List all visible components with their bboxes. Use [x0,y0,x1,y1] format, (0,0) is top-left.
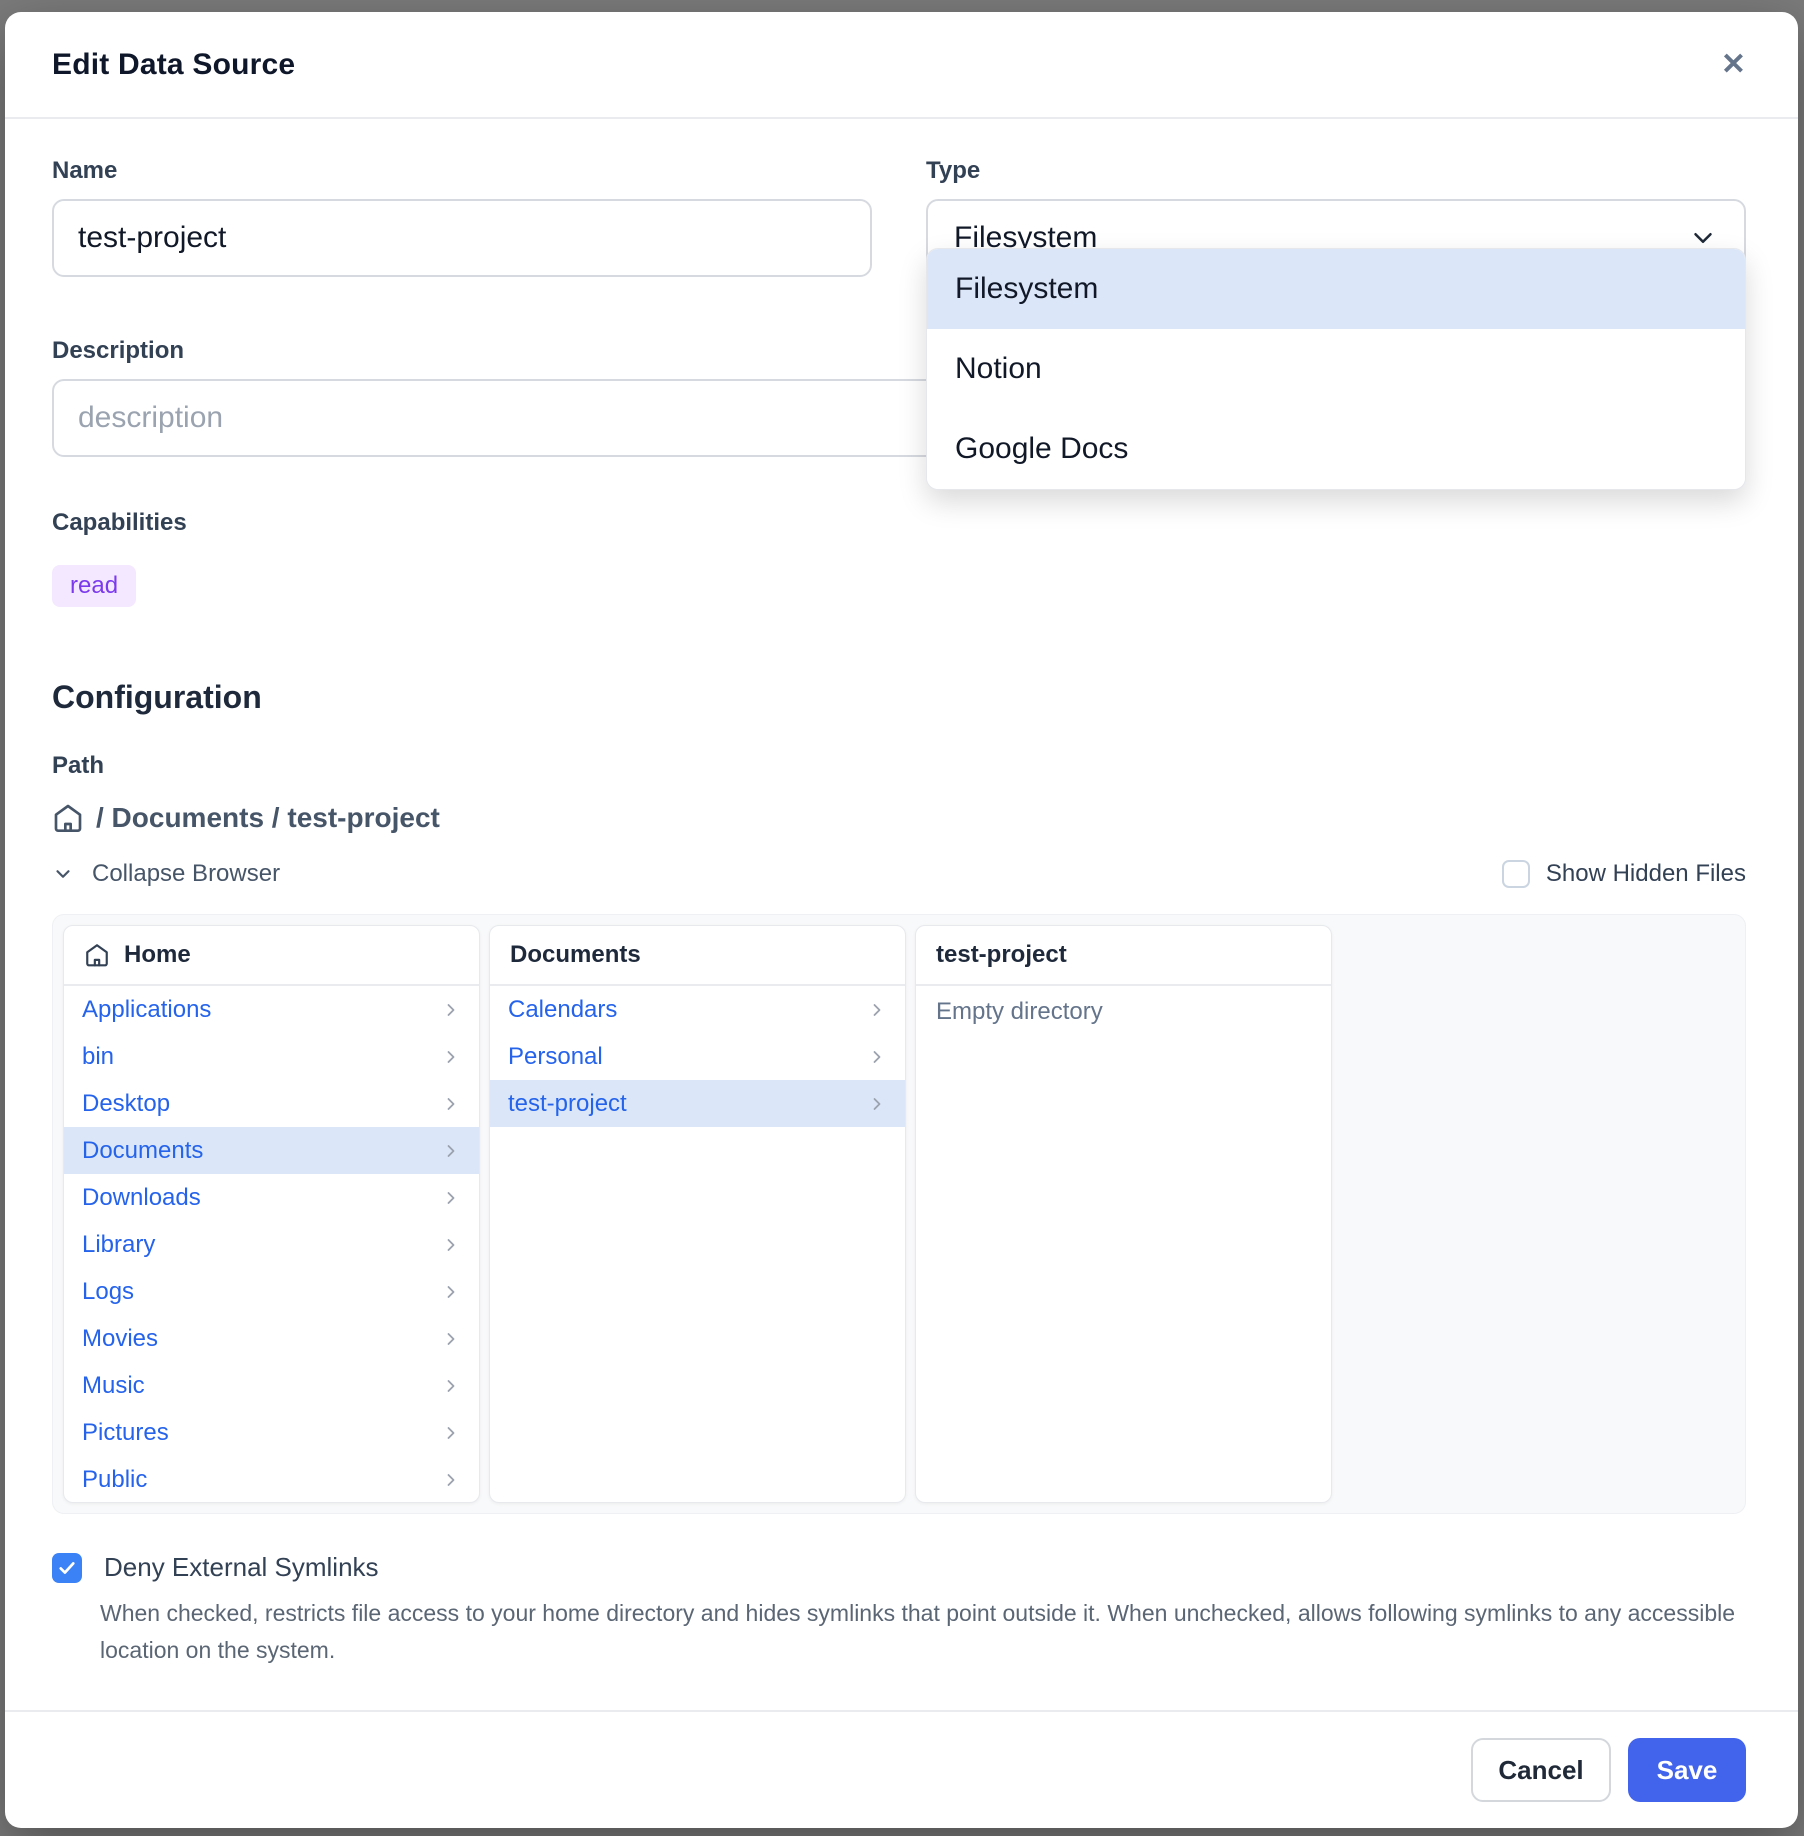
file-row-label: Music [82,1372,145,1400]
type-dropdown-option[interactable]: Google Docs [927,409,1745,489]
file-row[interactable]: Pictures [64,1409,479,1456]
file-row-label: Calendars [508,996,617,1024]
file-row-label: Movies [82,1325,158,1353]
file-row-label: Applications [82,996,211,1024]
file-row-label: Pictures [82,1419,169,1447]
home-icon [84,942,110,968]
capability-badge-label: read [70,572,118,599]
file-row-label: test-project [508,1090,627,1118]
chevron-right-icon [441,1235,461,1255]
chevron-down-icon [52,863,74,885]
type-option-label: Filesystem [955,272,1098,306]
deny-symlinks-toggle[interactable]: Deny External Symlinks [52,1552,1746,1583]
dialog-title: Edit Data Source [52,48,295,82]
file-column-title: test-project [936,941,1067,969]
file-row[interactable]: Public [64,1456,479,1503]
file-row[interactable]: bin [64,1033,479,1080]
file-row[interactable]: Applications [64,986,479,1033]
capabilities-badges: read [52,565,1746,607]
name-field-group: Name [52,157,872,277]
close-icon[interactable]: ✕ [1721,50,1746,80]
chevron-right-icon [441,1282,461,1302]
file-row[interactable]: test-project [490,1080,905,1127]
dialog-footer: Cancel Save [5,1710,1798,1828]
cancel-button[interactable]: Cancel [1471,1738,1611,1802]
capability-badge: read [52,565,136,607]
file-column-title: Home [124,941,191,969]
file-row[interactable]: Library [64,1221,479,1268]
file-row[interactable]: Movies [64,1315,479,1362]
show-hidden-checkbox[interactable] [1502,860,1530,888]
file-browser: Home Applications bin [52,914,1746,1514]
chevron-right-icon [441,1376,461,1396]
file-column-header: test-project [916,926,1331,986]
file-column-header: Home [64,926,479,986]
name-type-row: Name Type Filesystem Filesystem [52,157,1746,277]
browser-toolbar: Collapse Browser Show Hidden Files [52,860,1746,888]
empty-directory-text: Empty directory [916,986,1331,1038]
deny-symlinks-checkbox[interactable] [52,1553,82,1583]
file-column-test-project: test-project Empty directory [915,925,1332,1503]
dialog-body: Name Type Filesystem Filesystem [5,119,1798,1710]
save-button[interactable]: Save [1628,1738,1746,1802]
file-row-label: Documents [82,1137,203,1165]
file-row[interactable]: Documents [64,1127,479,1174]
type-dropdown-option[interactable]: Filesystem [927,249,1745,329]
capabilities-group: Capabilities read [52,509,1746,607]
type-field-group: Type Filesystem Filesystem No [926,157,1746,277]
file-row[interactable]: Music [64,1362,479,1409]
file-row-label: Public [82,1466,147,1494]
file-rows: Calendars Personal [490,986,905,1127]
chevron-right-icon [867,1094,887,1114]
file-column-home: Home Applications bin [63,925,480,1503]
chevron-right-icon [441,1000,461,1020]
chevron-right-icon [867,1000,887,1020]
chevron-right-icon [867,1047,887,1067]
file-row[interactable]: Logs [64,1268,479,1315]
breadcrumb[interactable]: / Documents / test-project [52,802,1746,834]
type-label: Type [926,157,1746,185]
capabilities-label: Capabilities [52,509,1746,537]
file-column-title: Documents [510,941,641,969]
home-icon[interactable] [52,802,84,834]
chevron-right-icon [441,1094,461,1114]
show-hidden-files-toggle[interactable]: Show Hidden Files [1502,860,1746,888]
deny-symlinks-label: Deny External Symlinks [104,1552,379,1583]
type-option-label: Notion [955,352,1042,386]
file-row[interactable]: Downloads [64,1174,479,1221]
chevron-right-icon [441,1423,461,1443]
chevron-right-icon [441,1188,461,1208]
file-row[interactable]: Desktop [64,1080,479,1127]
configuration-heading: Configuration [52,679,1746,716]
file-row-label: Logs [82,1278,134,1306]
edit-data-source-dialog: Edit Data Source ✕ Name Type Filesystem [5,12,1798,1828]
breadcrumb-path: / Documents / test-project [96,802,440,834]
dialog-header: Edit Data Source ✕ [5,12,1798,119]
name-label: Name [52,157,872,185]
deny-symlinks-help-text: When checked, restricts file access to y… [100,1595,1740,1669]
file-rows: Applications bin [64,986,479,1503]
file-row-label: Library [82,1231,155,1259]
file-column-documents: Documents Calendars Personal [489,925,906,1503]
type-option-label: Google Docs [955,432,1128,466]
file-row[interactable]: Calendars [490,986,905,1033]
file-column-header: Documents [490,926,905,986]
collapse-browser-label: Collapse Browser [92,860,280,888]
path-label: Path [52,752,1746,780]
file-row-label: Downloads [82,1184,201,1212]
show-hidden-label: Show Hidden Files [1546,860,1746,888]
collapse-browser-toggle[interactable]: Collapse Browser [52,860,280,888]
file-row-label: bin [82,1043,114,1071]
chevron-right-icon [441,1047,461,1067]
chevron-right-icon [441,1470,461,1490]
file-row-label: Desktop [82,1090,170,1118]
chevron-right-icon [441,1141,461,1161]
file-row[interactable]: Personal [490,1033,905,1080]
name-input[interactable] [52,199,872,277]
type-dropdown-menu: Filesystem Notion Google Docs [926,248,1746,490]
type-dropdown-option[interactable]: Notion [927,329,1745,409]
file-row-label: Personal [508,1043,603,1071]
chevron-right-icon [441,1329,461,1349]
